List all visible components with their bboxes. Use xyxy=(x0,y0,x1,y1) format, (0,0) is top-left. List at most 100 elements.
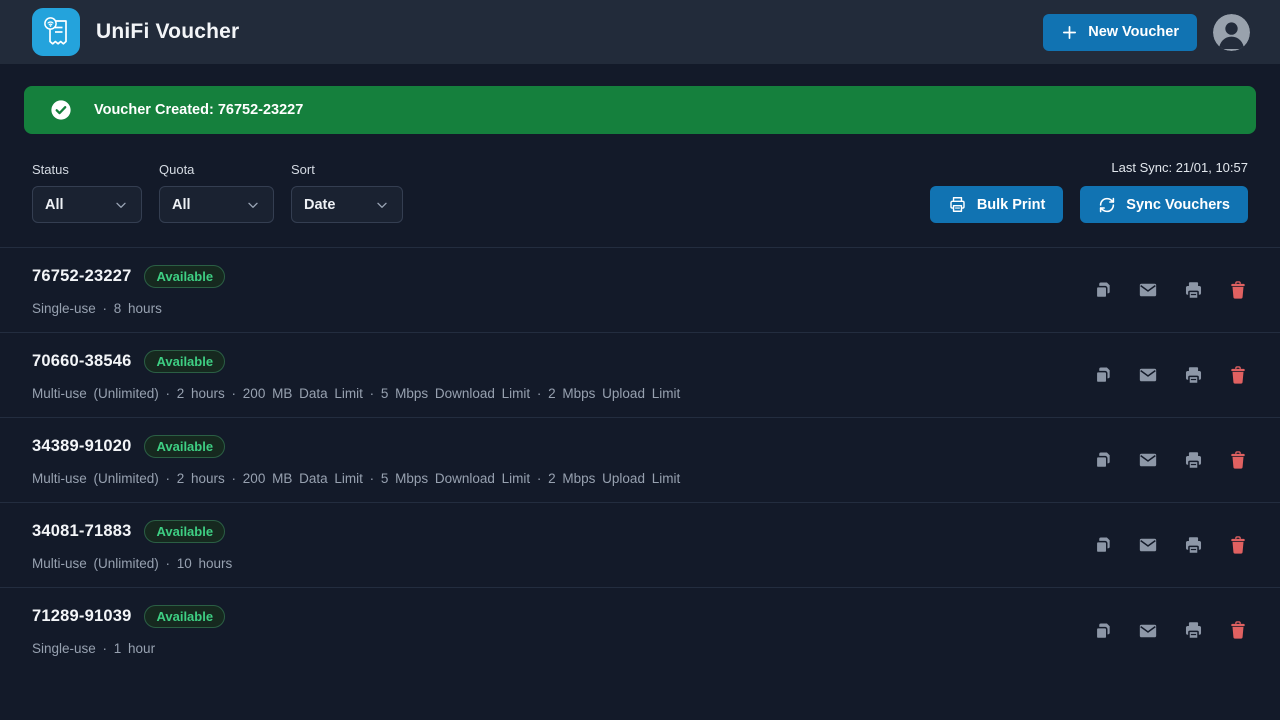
app-logo-icon xyxy=(32,8,80,56)
copy-icon xyxy=(1093,365,1113,385)
print-voucher-button[interactable] xyxy=(1183,535,1204,556)
voucher-actions xyxy=(1093,535,1248,556)
trash-icon xyxy=(1228,620,1248,641)
voucher-row: 76752-23227 Available Single-use · 8 hou… xyxy=(0,248,1280,333)
last-sync-text: Last Sync: 21/01, 10:57 xyxy=(1111,160,1248,175)
email-voucher-button[interactable] xyxy=(1137,280,1159,300)
filter-bar: Status All Quota All Sort Date Last Sync… xyxy=(0,134,1280,247)
print-voucher-button[interactable] xyxy=(1183,450,1204,471)
voucher-row: 34081-71883 Available Multi-use (Unlimit… xyxy=(0,503,1280,588)
printer-icon xyxy=(1183,620,1204,641)
sync-vouchers-button[interactable]: Sync Vouchers xyxy=(1080,186,1248,223)
copy-voucher-button[interactable] xyxy=(1093,621,1113,641)
status-badge: Available xyxy=(144,520,225,543)
trash-icon xyxy=(1228,365,1248,386)
voucher-code: 34081-71883 xyxy=(32,522,131,541)
envelope-icon xyxy=(1137,535,1159,555)
copy-voucher-button[interactable] xyxy=(1093,535,1113,555)
envelope-icon xyxy=(1137,280,1159,300)
quota-filter-select[interactable]: All xyxy=(159,186,274,223)
status-filter-label: Status xyxy=(32,162,142,177)
voucher-actions xyxy=(1093,280,1248,301)
chevron-down-icon xyxy=(113,197,129,213)
voucher-code: 76752-23227 xyxy=(32,267,131,286)
quota-filter-value: All xyxy=(172,197,191,213)
voucher-list: 76752-23227 Available Single-use · 8 hou… xyxy=(0,247,1280,673)
voucher-code: 71289-91039 xyxy=(32,607,131,626)
voucher-info: 71289-91039 Available Single-use · 1 hou… xyxy=(32,605,225,656)
new-voucher-button[interactable]: New Voucher xyxy=(1043,14,1197,51)
copy-icon xyxy=(1093,280,1113,300)
printer-icon xyxy=(1183,280,1204,301)
printer-icon xyxy=(1183,365,1204,386)
sort-filter-label: Sort xyxy=(291,162,403,177)
success-banner: Voucher Created: 76752-23227 xyxy=(24,86,1256,134)
copy-voucher-button[interactable] xyxy=(1093,365,1113,385)
email-voucher-button[interactable] xyxy=(1137,621,1159,641)
print-voucher-button[interactable] xyxy=(1183,365,1204,386)
status-badge: Available xyxy=(144,265,225,288)
delete-voucher-button[interactable] xyxy=(1228,365,1248,386)
sort-filter-select[interactable]: Date xyxy=(291,186,403,223)
filter-bar-right: Last Sync: 21/01, 10:57 Bulk Print xyxy=(930,160,1248,223)
delete-voucher-button[interactable] xyxy=(1228,535,1248,556)
printer-icon xyxy=(948,195,967,214)
voucher-row: 70660-38546 Available Multi-use (Unlimit… xyxy=(0,333,1280,418)
trash-icon xyxy=(1228,280,1248,301)
status-badge: Available xyxy=(144,350,225,373)
copy-icon xyxy=(1093,621,1113,641)
voucher-row: 71289-91039 Available Single-use · 1 hou… xyxy=(0,588,1280,673)
sort-filter-group: Sort Date xyxy=(291,162,403,223)
bulk-print-button[interactable]: Bulk Print xyxy=(930,186,1063,223)
status-badge: Available xyxy=(144,605,225,628)
voucher-actions xyxy=(1093,450,1248,471)
status-badge: Available xyxy=(144,435,225,458)
voucher-details: Single-use · 1 hour xyxy=(32,641,225,656)
printer-icon xyxy=(1183,450,1204,471)
voucher-details: Multi-use (Unlimited) · 2 hours · 200 MB… xyxy=(32,386,680,401)
voucher-details: Multi-use (Unlimited) · 2 hours · 200 MB… xyxy=(32,471,680,486)
print-voucher-button[interactable] xyxy=(1183,620,1204,641)
new-voucher-label: New Voucher xyxy=(1088,24,1179,40)
user-avatar-icon[interactable] xyxy=(1213,14,1250,51)
email-voucher-button[interactable] xyxy=(1137,450,1159,470)
voucher-row: 34389-91020 Available Multi-use (Unlimit… xyxy=(0,418,1280,503)
sync-vouchers-label: Sync Vouchers xyxy=(1126,197,1230,213)
email-voucher-button[interactable] xyxy=(1137,365,1159,385)
trash-icon xyxy=(1228,450,1248,471)
status-filter-select[interactable]: All xyxy=(32,186,142,223)
copy-voucher-button[interactable] xyxy=(1093,450,1113,470)
copy-voucher-button[interactable] xyxy=(1093,280,1113,300)
filter-action-buttons: Bulk Print Sync Vouchers xyxy=(930,186,1248,223)
trash-icon xyxy=(1228,535,1248,556)
voucher-details: Single-use · 8 hours xyxy=(32,301,225,316)
print-voucher-button[interactable] xyxy=(1183,280,1204,301)
voucher-info: 34081-71883 Available Multi-use (Unlimit… xyxy=(32,520,232,571)
plus-icon xyxy=(1061,24,1078,41)
chevron-down-icon xyxy=(245,197,261,213)
email-voucher-button[interactable] xyxy=(1137,535,1159,555)
voucher-actions xyxy=(1093,620,1248,641)
voucher-info: 70660-38546 Available Multi-use (Unlimit… xyxy=(32,350,680,401)
voucher-code: 34389-91020 xyxy=(32,437,131,456)
voucher-details: Multi-use (Unlimited) · 10 hours xyxy=(32,556,232,571)
printer-icon xyxy=(1183,535,1204,556)
voucher-code: 70660-38546 xyxy=(32,352,131,371)
banner-message: Voucher Created: 76752-23227 xyxy=(94,102,303,118)
check-circle-icon xyxy=(50,99,72,121)
chevron-down-icon xyxy=(374,197,390,213)
status-filter-group: Status All xyxy=(32,162,142,223)
envelope-icon xyxy=(1137,450,1159,470)
status-filter-value: All xyxy=(45,197,64,213)
envelope-icon xyxy=(1137,365,1159,385)
delete-voucher-button[interactable] xyxy=(1228,620,1248,641)
app-header: UniFi Voucher New Voucher xyxy=(0,0,1280,64)
bulk-print-label: Bulk Print xyxy=(977,197,1045,213)
sync-icon xyxy=(1098,196,1116,214)
delete-voucher-button[interactable] xyxy=(1228,450,1248,471)
copy-icon xyxy=(1093,535,1113,555)
quota-filter-group: Quota All xyxy=(159,162,274,223)
delete-voucher-button[interactable] xyxy=(1228,280,1248,301)
envelope-icon xyxy=(1137,621,1159,641)
voucher-info: 76752-23227 Available Single-use · 8 hou… xyxy=(32,265,225,316)
